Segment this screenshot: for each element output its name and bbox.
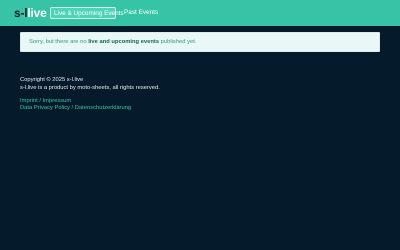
logo-suffix: live (27, 6, 47, 20)
nav-past-events[interactable]: Past Events (124, 7, 158, 19)
footer-privacy-link[interactable]: Data Privacy Policy / Datenschutzerkläru… (20, 104, 131, 112)
notice-text-after: published yet. (159, 39, 197, 45)
no-events-notice: Sorry, but there are no live and upcomin… (20, 32, 380, 52)
logo-prefix: s-l (14, 6, 28, 20)
nav-live-upcoming-events[interactable]: Live & Upcoming Events (50, 7, 124, 19)
notice-text-strong: live and upcoming events (88, 39, 160, 45)
footer-product-note: s-l.live is a product by moto-sheets, al… (20, 85, 160, 91)
footer-copyright: Copyright © 2025 s-l.live (20, 77, 84, 83)
top-navigation-bar: s-llive Live & Upcoming Events Past Even… (0, 0, 400, 26)
site-logo[interactable]: s-llive (14, 4, 47, 22)
notice-text-before: Sorry, but there are no (29, 39, 89, 45)
